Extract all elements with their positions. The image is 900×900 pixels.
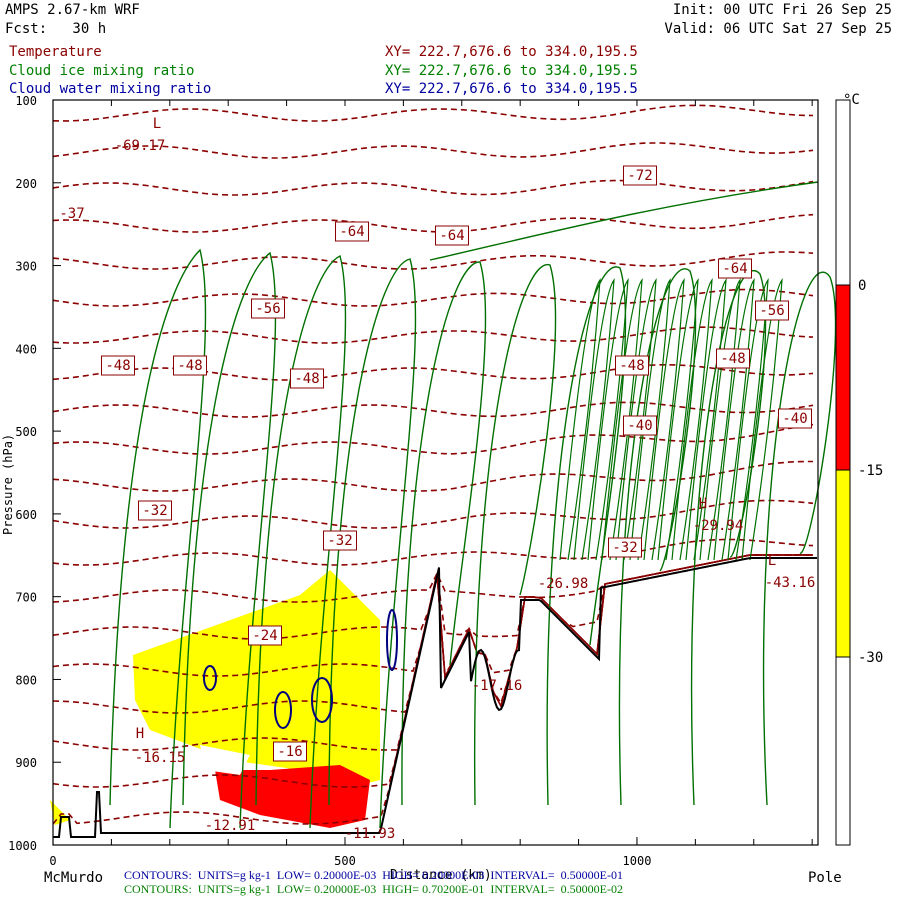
temperature-label: -48 — [294, 371, 319, 387]
temperature-label: -32 — [142, 503, 167, 519]
temperature-label: -64 — [439, 228, 464, 244]
extremum-marker: H — [699, 496, 707, 512]
temperature-label: -72 — [627, 168, 652, 184]
ice-contour-info: CONTOURS: UNITS=g kg-1 LOW= 0.20000E-03 … — [124, 882, 623, 896]
y-axis-label: Pressure (hPa) — [1, 433, 15, 535]
cloud-ice-contour — [473, 264, 557, 806]
temperature-contour — [52, 460, 813, 492]
temperature-label: -64 — [722, 261, 747, 277]
temperature-label: -37 — [59, 206, 84, 222]
y-tick-label: 700 — [15, 591, 37, 605]
temperature-label: -64 — [339, 224, 364, 240]
colorbar-label: -30 — [858, 650, 884, 666]
extremum-marker: L — [153, 116, 161, 132]
temperature-label: -11.93 — [345, 826, 396, 842]
temperature-label: -16 — [277, 744, 302, 760]
y-tick-label: 600 — [15, 508, 37, 522]
temperature-contour — [52, 179, 814, 196]
start-location: McMurdo — [44, 870, 104, 886]
x-tick-label: 500 — [334, 854, 356, 868]
temperature-label: -40 — [782, 411, 807, 427]
temperature-contour — [52, 538, 814, 566]
temperature-label: -16.15 — [135, 750, 186, 766]
y-tick-label: 900 — [15, 756, 37, 770]
cross-section-plot: 100 200 300 400 500 600 700 800 900 1000 0 500 1000 -… — [8, 94, 851, 868]
y-tick-label: 100 — [15, 94, 37, 108]
temperature-label: -32 — [327, 533, 352, 549]
temperature-contour — [52, 251, 814, 270]
y-tick-label: 400 — [15, 342, 37, 356]
temperature-contour — [52, 142, 814, 159]
end-location: Pole — [808, 870, 842, 886]
extremum-marker: L — [768, 553, 776, 569]
temperature-contour — [52, 104, 814, 122]
temperature-label: -32 — [612, 540, 637, 556]
temperature-label: -40 — [627, 418, 652, 434]
temperature-label: -48 — [720, 351, 745, 367]
cloud-ice-contour — [762, 271, 837, 806]
y-tick-label: 200 — [15, 177, 37, 191]
colorbar-label: -15 — [858, 463, 884, 479]
temperature-label: -43.16 — [765, 575, 816, 591]
y-tick-label: 500 — [15, 425, 37, 439]
colorbar-segment — [835, 99, 851, 286]
temperature-label: -56 — [255, 301, 280, 317]
x-tick-label: 1000 — [623, 854, 652, 868]
colorbar-segment — [835, 284, 851, 471]
temperature-label: -56 — [759, 303, 784, 319]
temperature-label: -29.94 — [693, 518, 744, 534]
x-tick-label: 0 — [49, 854, 56, 868]
temperature-label: -48 — [105, 358, 130, 374]
temperature-contour — [52, 288, 814, 307]
temperature-label: -17.16 — [472, 678, 523, 694]
temperature-label: -48 — [619, 358, 644, 374]
colorbar-label: 0 — [858, 278, 867, 294]
temperature-contour — [52, 213, 814, 233]
temperature-label: -24 — [252, 628, 277, 644]
y-tick-label: 1000 — [8, 839, 37, 853]
colorbar-unit: °C — [843, 92, 860, 108]
extremum-marker: H — [136, 726, 144, 742]
temperature-label: -69.17 — [115, 138, 166, 154]
temperature-label: -48 — [177, 358, 202, 374]
colorbar-segment — [835, 469, 851, 658]
temperature-label: -12.91 — [205, 818, 256, 834]
temperature-label: -26.98 — [538, 576, 589, 592]
colorbar-segment — [835, 656, 851, 846]
cloud-ice-contour — [741, 277, 783, 561]
y-tick-label: 300 — [15, 260, 37, 274]
y-tick-label: 800 — [15, 673, 37, 687]
